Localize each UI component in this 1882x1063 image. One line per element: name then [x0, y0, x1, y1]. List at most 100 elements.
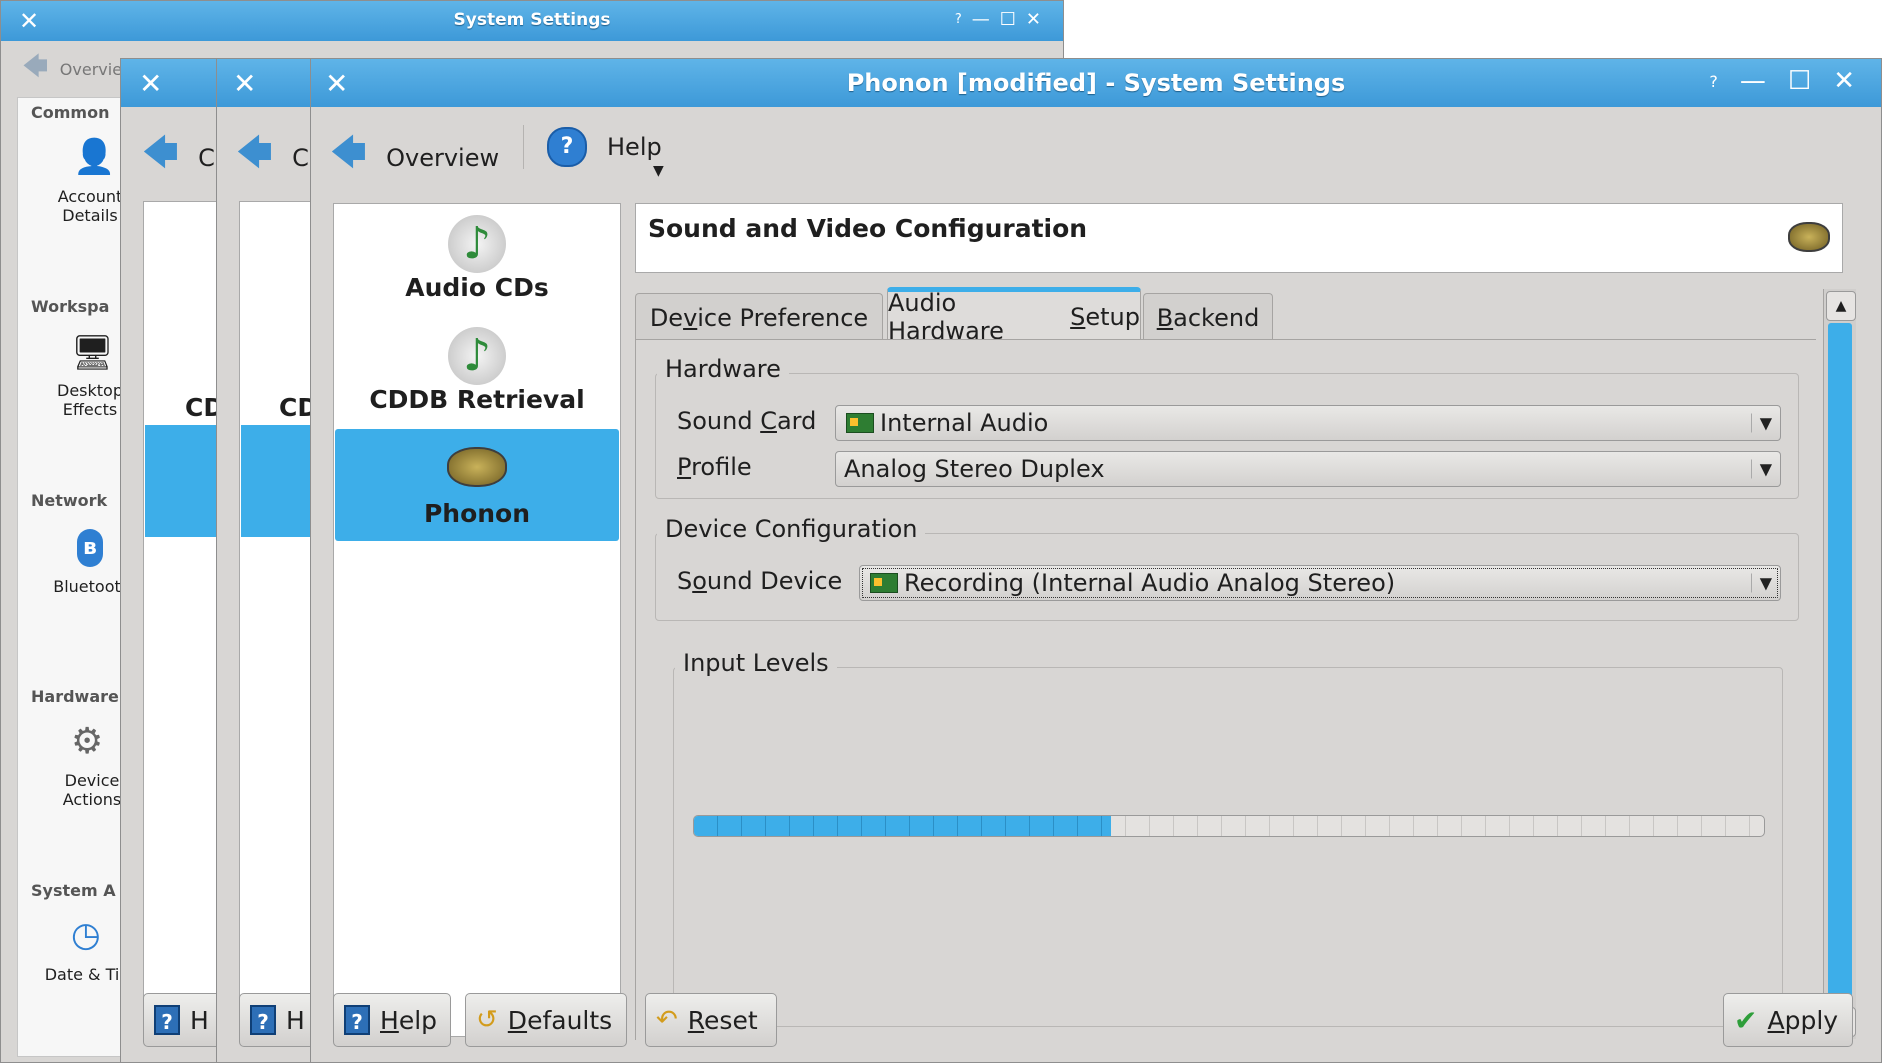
apply-button[interactable]: ✔ Apply: [1723, 993, 1853, 1047]
category-item-label[interactable]: Device Actions: [57, 771, 127, 809]
help-button[interactable]: ? H: [239, 993, 319, 1047]
sound-device-value: Recording (Internal Audio Analog Stereo): [904, 569, 1396, 597]
label-text: rofile: [691, 453, 752, 481]
bluetooth-icon: ʙ: [77, 529, 103, 567]
defaults-label: Defaults: [508, 1006, 612, 1035]
tab-label: ice Preference: [697, 303, 869, 332]
sound-card-icon: [846, 413, 874, 433]
overview-label: C: [198, 143, 215, 172]
chevron-down-icon[interactable]: ▼: [653, 163, 664, 179]
tools-icon: ✕: [139, 67, 163, 100]
back-overview-button[interactable]: 🡄 Overvie: [23, 49, 122, 90]
module-item-cddb-retrieval[interactable]: ♪ CDDB Retrieval: [335, 327, 619, 427]
checkmark-icon: ✔: [1734, 1003, 1758, 1037]
category-label: System A: [31, 881, 116, 900]
category-item-label[interactable]: Date & Ti: [37, 965, 127, 984]
module-item-audio-cds[interactable]: ♪ Audio CDs: [335, 215, 619, 315]
category-item-label[interactable]: Account Details: [55, 187, 125, 225]
back-window-controls: ? — ☐ ✕: [955, 9, 1041, 30]
button-mnemonic: A: [1767, 1005, 1785, 1035]
phonon-window-titlebar[interactable]: ✕ Phonon [modified] - System Settings ? …: [311, 59, 1881, 107]
music-note-icon: ♪: [448, 215, 506, 273]
window-title: Phonon [modified] - System Settings: [846, 69, 1346, 97]
account-icon: 👤: [73, 137, 116, 177]
tab-label-mnemonic: S: [1070, 302, 1086, 331]
label-mnemonic: C: [760, 407, 777, 435]
profile-value: Analog Stereo Duplex: [844, 455, 1105, 483]
sound-device-label: Sound Device: [677, 567, 842, 595]
label-mnemonic: P: [677, 453, 692, 481]
help-icon[interactable]: ?: [955, 12, 962, 27]
module-label: Phonon: [423, 499, 531, 528]
overview-button[interactable]: 🡄 Overview: [331, 129, 499, 186]
reset-label: Reset: [688, 1006, 758, 1035]
tab-device-preference[interactable]: De v ice Preference: [635, 293, 883, 341]
help-button[interactable]: ? Help: [333, 993, 451, 1047]
speaker-icon: [447, 447, 507, 487]
module-list: [143, 201, 223, 1035]
tab-label-mnemonic: v: [683, 303, 698, 332]
phonon-window: ✕ Phonon [modified] - System Settings ? …: [310, 58, 1882, 1063]
close-icon[interactable]: ✕: [1026, 9, 1041, 30]
back-arrow-icon: 🡄: [237, 133, 273, 173]
help-icon[interactable]: ?: [1709, 72, 1718, 91]
back-arrow-icon: 🡄: [23, 52, 48, 80]
help-icon: ?: [154, 1005, 180, 1035]
back-window-titlebar[interactable]: ✕ System Settings ? — ☐ ✕: [1, 1, 1063, 41]
tab-label: De: [649, 303, 684, 332]
input-level-meter: [693, 815, 1765, 837]
reset-button[interactable]: ↶ Reset: [645, 993, 777, 1047]
chevron-down-icon: ▼: [1750, 573, 1772, 593]
overview-button[interactable]: 🡄 C: [143, 129, 215, 186]
category-label: Common: [31, 103, 110, 122]
hardware-group-title: Hardware: [657, 355, 789, 383]
minimize-icon[interactable]: —: [1740, 66, 1766, 96]
close-icon[interactable]: ✕: [1833, 66, 1855, 96]
tab-audio-hardware-setup[interactable]: Audio Hardware Setup: [887, 287, 1141, 345]
label-text: ard: [776, 407, 817, 435]
button-mnemonic: H: [380, 1005, 399, 1035]
category-item-label[interactable]: Bluetoot: [47, 577, 127, 596]
device-configuration-group-title: Device Configuration: [657, 515, 926, 543]
sound-device-select[interactable]: Recording (Internal Audio Analog Stereo)…: [859, 565, 1781, 601]
profile-select[interactable]: Analog Stereo Duplex ▼: [835, 451, 1781, 487]
button-text: eset: [704, 1005, 758, 1035]
label-mnemonic: o: [692, 567, 707, 595]
module-header: Sound and Video Configuration: [635, 203, 1843, 273]
date-time-icon: ◷: [71, 915, 101, 955]
window-controls: ? — ☐ ✕: [1709, 66, 1855, 96]
tab-label: etup: [1085, 302, 1140, 331]
selected-module-highlight[interactable]: [241, 425, 319, 537]
category-label: Hardware: [31, 687, 119, 706]
overview-button[interactable]: 🡄 C: [237, 129, 309, 186]
vertical-scrollbar[interactable]: ▲ ▼: [1823, 289, 1856, 1039]
category-item-label[interactable]: Desktop Effects: [55, 381, 125, 419]
tab-label: Audio Hardware: [888, 288, 1004, 345]
selected-module-highlight[interactable]: [145, 425, 223, 537]
scrollbar-thumb[interactable]: [1828, 323, 1852, 1005]
label-text: und Device: [706, 567, 843, 595]
sound-card-value: Internal Audio: [880, 409, 1049, 437]
module-label: Audio CDs: [405, 273, 549, 302]
tab-label-mnemonic: B: [1156, 303, 1174, 332]
tab-label: ackend: [1173, 303, 1260, 332]
module-item-phonon[interactable]: Phonon: [335, 429, 619, 541]
button-text: efaults: [527, 1005, 613, 1035]
page-title: Sound and Video Configuration: [648, 214, 1088, 243]
defaults-button[interactable]: ↺ Defaults: [465, 993, 627, 1047]
help-button[interactable]: ? H: [143, 993, 223, 1047]
maximize-icon[interactable]: ☐: [1000, 9, 1016, 30]
help-menu-button[interactable]: ? Help: [547, 127, 662, 167]
sound-card-select[interactable]: Internal Audio ▼: [835, 405, 1781, 441]
help-label: H: [190, 1005, 209, 1035]
sound-card-icon: [870, 573, 898, 593]
profile-label: Profile: [677, 453, 752, 481]
minimize-icon[interactable]: —: [972, 9, 990, 30]
scroll-up-button[interactable]: ▲: [1826, 291, 1856, 321]
label-text: Sound: [677, 407, 761, 435]
maximize-icon[interactable]: ☐: [1788, 66, 1811, 96]
back-overview-label: Overvie: [59, 60, 123, 79]
module-label: CDDB Retrieval: [369, 385, 585, 414]
tab-backend[interactable]: Backend: [1143, 293, 1273, 341]
help-icon: ?: [344, 1005, 370, 1035]
